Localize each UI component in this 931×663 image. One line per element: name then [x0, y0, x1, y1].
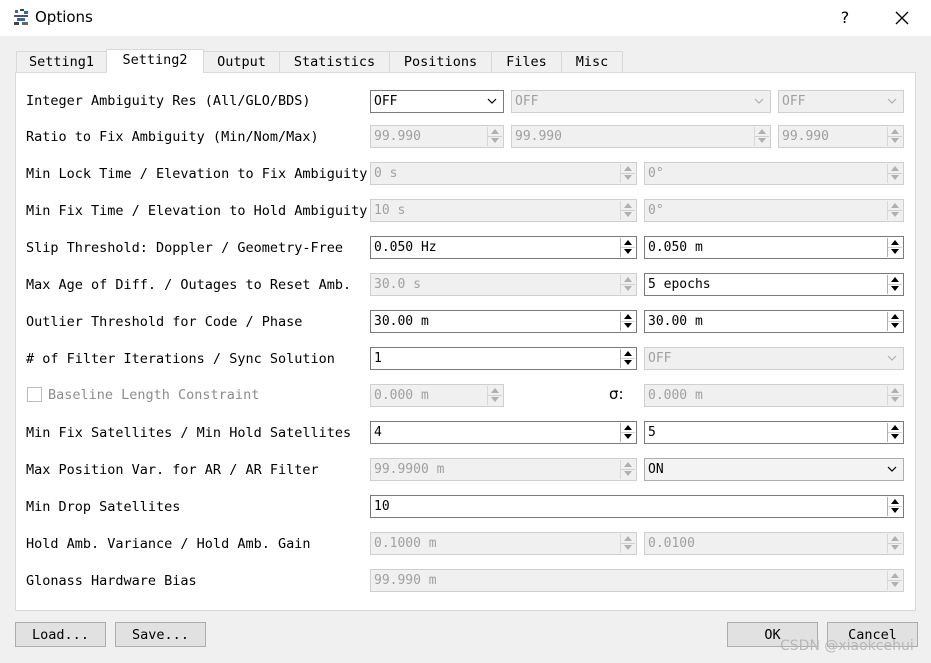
baseline-constraint-label: Baseline Length Constraint: [48, 387, 260, 403]
tab-setting1[interactable]: Setting1: [16, 51, 107, 72]
outlier-phase-spinbox[interactable]: 30.00 m: [644, 310, 904, 333]
min-lock-elevation-spinbox[interactable]: 0°: [644, 162, 904, 185]
max-position-var-label: Max Position Var. for AR / AR Filter: [26, 462, 319, 478]
close-icon[interactable]: [890, 6, 914, 30]
min-drop-satellites-label: Min Drop Satellites: [26, 499, 181, 515]
ambiguity-res-bds-select[interactable]: OFF: [778, 90, 904, 113]
baseline-sigma-spinbox[interactable]: 0.000 m: [644, 384, 904, 407]
slip-doppler-spinbox[interactable]: 0.050 Hz: [370, 236, 637, 259]
min-fix-elevation-spinbox[interactable]: 0°: [644, 199, 904, 222]
spin-down-icon[interactable]: [888, 580, 902, 589]
outlier-threshold-label: Outlier Threshold for Code / Phase: [26, 314, 303, 330]
min-fix-satellites-spinbox[interactable]: 4: [370, 421, 637, 444]
tab-positions[interactable]: Positions: [389, 51, 492, 72]
chevron-down-icon: [887, 466, 897, 472]
save-button[interactable]: Save...: [115, 622, 206, 647]
sigma-label: σ:: [609, 385, 624, 403]
help-button[interactable]: ?: [834, 6, 856, 30]
hold-amb-gain-spinbox[interactable]: 0.0100: [644, 532, 904, 555]
slip-threshold-label: Slip Threshold: Doppler / Geometry-Free: [26, 240, 343, 256]
spin-down-icon[interactable]: [888, 284, 902, 293]
load-button[interactable]: Load...: [15, 622, 106, 647]
ratio-fix-max-spinbox[interactable]: 99.990: [778, 125, 904, 148]
max-age-spinbox[interactable]: 30.0 s: [370, 273, 637, 296]
spin-down-icon[interactable]: [621, 284, 635, 293]
spin-down-icon[interactable]: [621, 432, 635, 441]
min-hold-satellites-spinbox[interactable]: 5: [644, 421, 904, 444]
min-fix-satellites-label: Min Fix Satellites / Min Hold Satellites: [26, 425, 352, 441]
spin-down-icon[interactable]: [621, 358, 635, 367]
baseline-length-spinbox[interactable]: 0.000 m: [370, 384, 504, 407]
hold-amb-label: Hold Amb. Variance / Hold Amb. Gain: [26, 536, 311, 552]
spin-down-icon[interactable]: [488, 136, 502, 145]
ambiguity-res-label: Integer Ambiguity Res (All/GLO/BDS): [26, 93, 311, 109]
ar-filter-select[interactable]: ON: [644, 458, 904, 481]
spin-down-icon[interactable]: [888, 321, 902, 330]
spin-down-icon[interactable]: [888, 432, 902, 441]
ratio-fix-nom-spinbox[interactable]: 99.990: [511, 125, 771, 148]
spin-down-icon[interactable]: [621, 543, 635, 552]
spin-down-icon[interactable]: [621, 469, 635, 478]
tab-setting2[interactable]: Setting2: [106, 49, 204, 73]
sync-solution-select[interactable]: OFF: [644, 347, 904, 370]
chevron-down-icon: [887, 355, 897, 361]
spin-down-icon[interactable]: [888, 395, 902, 404]
tab-misc[interactable]: Misc: [561, 51, 623, 72]
glonass-bias-label: Glonass Hardware Bias: [26, 573, 197, 589]
spin-down-icon[interactable]: [888, 136, 902, 145]
min-lock-label: Min Lock Time / Elevation to Fix Ambigui…: [26, 166, 368, 182]
ambiguity-res-all-select[interactable]: OFF: [370, 90, 504, 113]
watermark: CSDN @xiaokcehui: [780, 638, 914, 654]
title-bar: Options ?: [0, 0, 931, 36]
tab-files[interactable]: Files: [491, 51, 562, 72]
min-fix-time-spinbox[interactable]: 10 s: [370, 199, 637, 222]
spin-down-icon[interactable]: [888, 210, 902, 219]
min-fix-label: Min Fix Time / Elevation to Hold Ambigui…: [26, 203, 368, 219]
settings-panel: [15, 72, 916, 611]
spin-down-icon[interactable]: [621, 247, 635, 256]
ratio-fix-label: Ratio to Fix Ambiguity (Min/Nom/Max): [26, 129, 319, 145]
hold-amb-variance-spinbox[interactable]: 0.1000 m: [370, 532, 637, 555]
max-position-var-spinbox[interactable]: 99.9900 m: [370, 458, 637, 481]
tab-statistics[interactable]: Statistics: [279, 51, 390, 72]
outlier-code-spinbox[interactable]: 30.00 m: [370, 310, 637, 333]
window-title: Options: [35, 8, 93, 26]
min-drop-satellites-spinbox[interactable]: 10: [370, 495, 904, 518]
slip-geometry-free-spinbox[interactable]: 0.050 m: [644, 236, 904, 259]
ratio-fix-min-spinbox[interactable]: 99.990: [370, 125, 504, 148]
spin-down-icon[interactable]: [488, 395, 502, 404]
max-age-label: Max Age of Diff. / Outages to Reset Amb.: [26, 277, 352, 293]
spin-down-icon[interactable]: [888, 543, 902, 552]
filter-iterations-spinbox[interactable]: 1: [370, 347, 637, 370]
spin-down-icon[interactable]: [888, 506, 902, 515]
chevron-down-icon: [754, 98, 764, 104]
spin-down-icon[interactable]: [621, 321, 635, 330]
app-icon: [13, 9, 29, 26]
spin-down-icon[interactable]: [621, 173, 635, 182]
chevron-down-icon: [487, 98, 497, 104]
spin-down-icon[interactable]: [888, 173, 902, 182]
spin-down-icon[interactable]: [621, 210, 635, 219]
tab-output[interactable]: Output: [203, 51, 280, 72]
baseline-constraint-checkbox[interactable]: [27, 387, 42, 402]
filter-iterations-label: # of Filter Iterations / Sync Solution: [26, 351, 335, 367]
outages-reset-spinbox[interactable]: 5 epochs: [644, 273, 904, 296]
chevron-down-icon: [887, 98, 897, 104]
spin-down-icon[interactable]: [888, 247, 902, 256]
min-lock-time-spinbox[interactable]: 0 s: [370, 162, 637, 185]
spin-down-icon[interactable]: [755, 136, 769, 145]
ambiguity-res-glo-select[interactable]: OFF: [511, 90, 771, 113]
glonass-bias-spinbox[interactable]: 99.990 m: [370, 569, 904, 592]
